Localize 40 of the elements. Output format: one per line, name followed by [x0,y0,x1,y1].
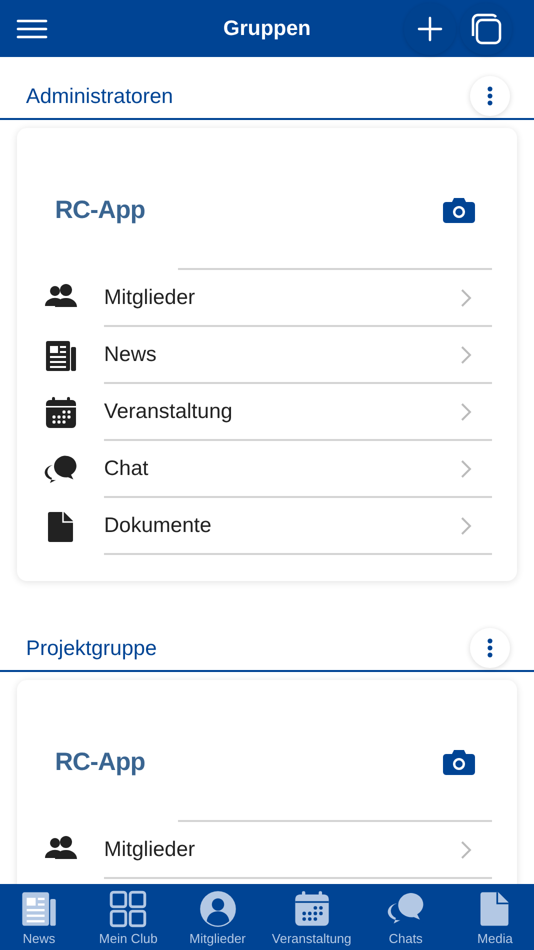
more-options-button[interactable] [470,76,510,116]
menu-icon [16,18,48,38]
chevron-right-icon [460,516,472,536]
more-options-button[interactable] [470,628,510,668]
nav-tab[interactable]: Chats [370,884,441,950]
chevron-right-icon [460,344,472,364]
calendar-icon [44,396,78,430]
group-menu-item[interactable]: Mitglieder [17,822,517,879]
group-menu-item[interactable]: Chat [17,441,517,498]
nav-tab[interactable]: News [4,884,74,950]
nav-tab[interactable]: Veranstaltung [272,884,352,950]
newspaper-icon [44,338,78,372]
plus-icon [417,16,443,42]
group-name: Projektgruppe [26,636,157,660]
group-name: Administratoren [26,84,174,108]
chevron-right-icon [460,288,472,308]
chevron-right-icon [460,840,472,860]
user-circle-icon [198,890,237,928]
camera-icon [443,197,475,223]
nav-tab[interactable]: Media [460,884,530,950]
chevron-right-icon [460,458,472,478]
more-vertical-icon [487,86,493,106]
nav-tab[interactable]: Mitglieder [182,884,253,950]
newspaper-icon [20,890,58,928]
group-menu-item[interactable]: Mitglieder [17,270,517,327]
nav-tab[interactable]: Mein Club [93,884,164,950]
more-vertical-icon [487,638,493,658]
change-photo-button[interactable] [443,749,475,775]
change-photo-button[interactable] [443,197,475,223]
group-logo: RC-App [55,196,146,224]
group-menu-item[interactable]: Dokumente [17,498,517,555]
group-menu-item[interactable]: Veranstaltung [17,384,517,441]
chevron-right-icon [460,402,472,422]
calendar-icon [292,890,331,928]
camera-icon [443,749,475,775]
grid-icon [109,890,148,928]
group-menu-item[interactable]: News [17,327,517,384]
group-logo: RC-App [55,748,146,776]
page-title: Gruppen [223,16,311,40]
copy-icon [469,12,503,46]
